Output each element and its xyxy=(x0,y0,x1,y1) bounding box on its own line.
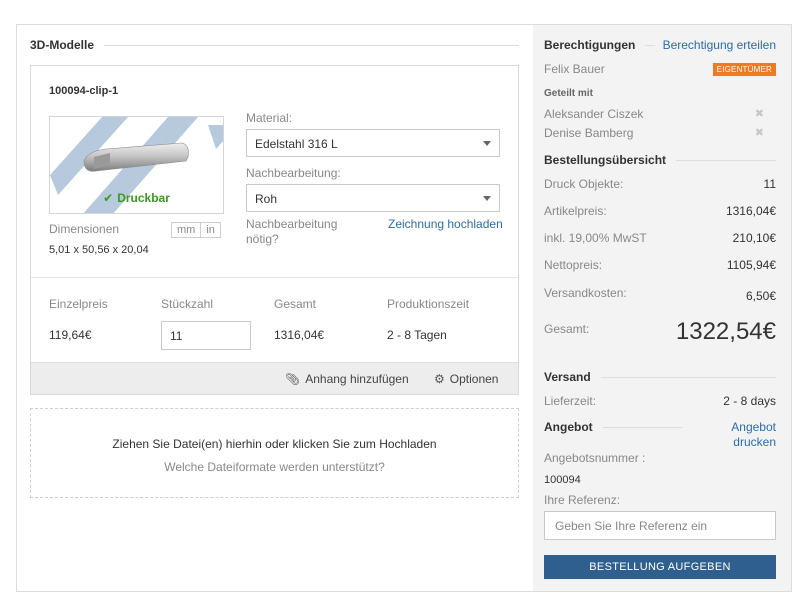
summary-value: 1105,94€ xyxy=(726,258,776,272)
owner-badge: EIGENTÜMER xyxy=(712,62,776,76)
production-time-header: Produktionszeit xyxy=(387,297,470,311)
options-button[interactable]: ⚙ Optionen xyxy=(434,372,498,386)
post-processing-needed-label: Nachbearbeitung nötig? xyxy=(246,217,337,247)
grand-total-value: 1322,54€ xyxy=(675,318,776,345)
material-select[interactable]: Edelstahl 316 L xyxy=(246,129,500,157)
shipping-header: Versand xyxy=(544,370,776,384)
section-divider xyxy=(600,376,776,378)
summary-row: inkl. 19,00% MwST 210,10€ xyxy=(544,231,776,245)
order-summary-title: Bestellungsübersicht xyxy=(544,153,667,167)
model-preview[interactable]: ✔ Druckbar xyxy=(49,116,224,214)
post-processing-select[interactable]: Roh xyxy=(246,184,500,212)
summary-row: Versandkosten: 6,50€ xyxy=(544,286,776,303)
order-summary-header: Bestellungsübersicht xyxy=(544,153,776,167)
dropzone-instructions: Ziehen Sie Datei(en) hierhin oder klicke… xyxy=(112,437,437,451)
unit-mm-button[interactable]: mm xyxy=(172,223,202,237)
total-header: Gesamt xyxy=(274,297,317,311)
delivery-label: Lieferzeit: xyxy=(544,394,597,408)
dimensions-value: 5,01 x 50,56 x 20,04 xyxy=(49,244,149,256)
post-processing-label: Nachbearbeitung: xyxy=(246,166,341,180)
upload-drawing-link[interactable]: Zeichnung hochladen xyxy=(388,217,503,231)
file-dropzone[interactable]: Ziehen Sie Datei(en) hierhin oder klicke… xyxy=(30,408,519,498)
total-value: 1316,04€ xyxy=(274,328,325,342)
post-processing-selected-value: Roh xyxy=(255,192,278,206)
summary-value: 210,10€ xyxy=(732,231,776,245)
printable-label: Druckbar xyxy=(117,191,170,205)
offer-number-value: 100094 xyxy=(544,474,581,486)
unit-price-header: Einzelpreis xyxy=(49,297,108,311)
models-section-header: 3D-Modelle xyxy=(30,38,519,52)
shared-user-name: Aleksander Ciszek xyxy=(544,107,644,121)
delivery-value: 2 - 8 days xyxy=(723,394,776,408)
section-divider xyxy=(602,426,682,428)
chevron-down-icon xyxy=(483,141,491,146)
section-divider xyxy=(676,159,776,161)
material-selected-value: Edelstahl 316 L xyxy=(255,137,338,151)
offer-title: Angebot xyxy=(544,420,593,434)
checkmark-icon: ✔ xyxy=(103,191,114,205)
print-offer-line-1: Angebot xyxy=(731,420,776,434)
add-attachment-button[interactable]: 📎︎ Anhang hinzufügen xyxy=(285,372,409,386)
summary-value: 1316,04€ xyxy=(725,204,776,218)
dimensions-label: Dimensionen xyxy=(49,222,120,236)
shared-user-row: Aleksander Ciszek ✖ xyxy=(544,107,776,121)
unit-toggle: mm in xyxy=(171,222,221,238)
summary-label: Druck Objekte: xyxy=(544,177,624,191)
quantity-input[interactable] xyxy=(161,321,251,350)
grand-total-row: Gesamt: 1322,54€ xyxy=(544,318,776,346)
summary-value: 11 xyxy=(763,177,776,191)
quantity-header: Stückzahl xyxy=(161,297,214,311)
summary-row: Artikelpreis: 1316,04€ xyxy=(544,204,776,218)
gear-icon: ⚙ xyxy=(434,372,445,386)
models-section-title: 3D-Modelle xyxy=(30,38,95,52)
grand-total-label: Gesamt: xyxy=(544,322,590,336)
paperclip-icon: 📎︎ xyxy=(285,372,301,386)
offer-header: Angebot xyxy=(544,420,682,434)
print-offer-line-2: drucken xyxy=(733,435,776,449)
shared-user-row: Denise Bamberg ✖ xyxy=(544,126,776,140)
remove-user-icon[interactable]: ✖ xyxy=(755,107,764,121)
summary-value: 6,50€ xyxy=(745,289,776,303)
section-divider xyxy=(104,44,519,46)
options-label: Optionen xyxy=(449,372,499,386)
place-order-button[interactable]: BESTELLUNG AUFGEBEN xyxy=(544,555,776,579)
post-needed-line-2: nötig? xyxy=(246,232,279,246)
permissions-header: Berechtigungen Berechtigung erteilen xyxy=(544,38,776,52)
model-name: 100094-clip-1 xyxy=(49,85,119,97)
shipping-title: Versand xyxy=(544,370,591,384)
post-needed-line-1: Nachbearbeitung xyxy=(246,217,338,231)
owner-name: Felix Bauer xyxy=(544,62,605,76)
reference-label: Ihre Referenz: xyxy=(544,493,621,507)
card-divider xyxy=(31,277,518,278)
add-attachment-label: Anhang hinzufügen xyxy=(305,372,409,386)
printable-status: ✔ Druckbar xyxy=(50,191,223,205)
summary-row: Nettopreis: 1105,94€ xyxy=(544,258,776,272)
summary-row: Druck Objekte: 11 xyxy=(544,177,776,191)
shared-user-name: Denise Bamberg xyxy=(544,126,634,140)
chevron-down-icon xyxy=(483,196,491,201)
shared-with-label: Geteilt mit xyxy=(544,88,593,99)
section-divider xyxy=(645,44,655,46)
material-label: Material: xyxy=(246,111,293,125)
summary-label: inkl. 19,00% MwST xyxy=(544,231,647,245)
supported-formats-link[interactable]: Welche Dateiformate werden unterstützt? xyxy=(31,460,518,474)
permissions-title: Berechtigungen xyxy=(544,38,636,52)
summary-label: Nettopreis: xyxy=(544,258,603,272)
grant-permission-link[interactable]: Berechtigung erteilen xyxy=(663,38,776,52)
production-time-value: 2 - 8 Tagen xyxy=(387,328,447,342)
remove-user-icon[interactable]: ✖ xyxy=(755,126,764,140)
summary-label: Versandkosten: xyxy=(544,286,627,300)
offer-number-label: Angebotsnummer : xyxy=(544,451,646,465)
unit-price-value: 119,64€ xyxy=(49,328,92,342)
print-offer-link[interactable]: Angebot drucken xyxy=(700,420,776,450)
owner-row: Felix Bauer EIGENTÜMER xyxy=(544,62,776,76)
unit-in-button[interactable]: in xyxy=(201,223,220,237)
summary-label: Artikelpreis: xyxy=(544,204,607,218)
reference-input[interactable] xyxy=(544,511,776,540)
delivery-row: Lieferzeit: 2 - 8 days xyxy=(544,394,776,408)
